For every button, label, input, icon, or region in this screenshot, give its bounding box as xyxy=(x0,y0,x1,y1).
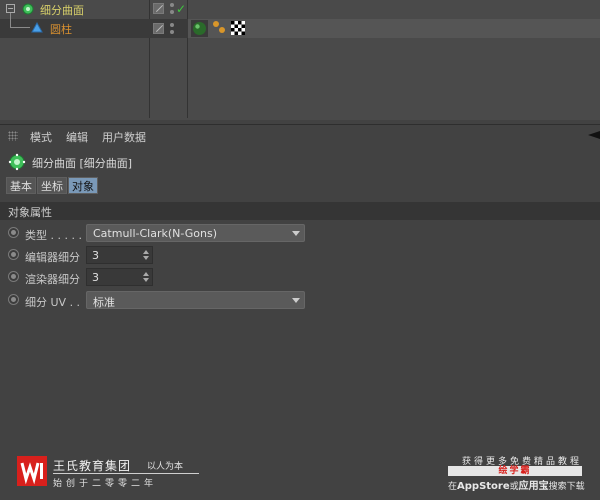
tree-connector xyxy=(10,27,30,28)
company-name: 王氏教育集团 xyxy=(53,459,132,473)
tab-object[interactable]: 对象 xyxy=(68,177,98,194)
subdivision-surface-icon xyxy=(8,153,26,171)
input-value: 3 xyxy=(92,249,99,262)
material-tag-icon[interactable] xyxy=(191,20,208,37)
property-label: 类型 . . . . . xyxy=(25,229,82,242)
back-arrow-icon[interactable] xyxy=(588,131,600,139)
section-title: 对象属性 xyxy=(8,206,52,219)
object-name[interactable]: 细分曲面 xyxy=(40,2,84,18)
input-value: 3 xyxy=(92,271,99,284)
property-label: 细分 UV . . xyxy=(25,296,81,309)
animate-radio[interactable] xyxy=(8,249,19,260)
dropdown-value: Catmull-Clark(N-Gons) xyxy=(93,227,218,240)
object-name[interactable]: 圆柱 xyxy=(50,21,72,37)
layer-toggle[interactable] xyxy=(153,3,164,14)
menu-mode[interactable]: 模式 xyxy=(30,129,52,145)
company-logo xyxy=(17,456,47,486)
uvw-tag-icon[interactable] xyxy=(231,21,245,35)
attribute-manager-menubar: 模式 编辑 用户数据 xyxy=(0,124,600,147)
animate-radio[interactable] xyxy=(8,227,19,238)
object-row-cylinder[interactable]: 圆柱 xyxy=(0,19,600,38)
property-subdivide-uv: 细分 UV . . 标准 xyxy=(0,291,600,311)
promo-line-3: 在AppStore或应用宝搜索下载 xyxy=(448,481,585,492)
tag-area xyxy=(188,19,600,38)
stepper-arrows-icon[interactable] xyxy=(143,250,149,261)
editor-visibility-dot[interactable] xyxy=(170,23,174,27)
section-header: 对象属性 xyxy=(0,202,600,220)
subdivision-surface-icon xyxy=(22,3,34,15)
phong-tag-icon[interactable] xyxy=(212,20,226,34)
dropdown-value: 标准 xyxy=(93,296,115,309)
property-label: 渲染器细分 xyxy=(25,273,80,286)
watermark-logo-left: 王氏教育集团 以人为本 始创于二零零二年 xyxy=(17,456,207,492)
property-label: 编辑器细分 xyxy=(25,251,80,264)
render-visibility-dot[interactable] xyxy=(170,30,174,34)
promo-app-name: 绘学霸 xyxy=(448,466,582,476)
stepper-arrows-icon[interactable] xyxy=(143,272,149,283)
company-slogan: 以人为本 xyxy=(147,462,184,472)
chevron-down-icon xyxy=(292,298,300,303)
attribute-tabs: 基本 坐标 对象 xyxy=(6,177,99,194)
render-subdivision-input[interactable]: 3 xyxy=(86,268,153,286)
menu-edit[interactable]: 编辑 xyxy=(66,129,88,145)
object-manager: − 细分曲面 ✓ 圆柱 xyxy=(0,0,600,120)
chevron-down-icon xyxy=(292,231,300,236)
type-dropdown[interactable]: Catmull-Clark(N-Gons) xyxy=(86,224,305,242)
editor-visibility-dot[interactable] xyxy=(170,3,174,7)
object-row-subdivision-surface[interactable]: − 细分曲面 ✓ xyxy=(0,0,600,19)
object-title-row: 细分曲面 [细分曲面] xyxy=(0,152,600,172)
tab-basic[interactable]: 基本 xyxy=(6,177,36,194)
editor-subdivision-input[interactable]: 3 xyxy=(86,246,153,264)
tab-coordinates[interactable]: 坐标 xyxy=(37,177,67,194)
property-render-subdivision: 渲染器细分 3 xyxy=(0,268,600,288)
layer-toggle[interactable] xyxy=(153,23,164,34)
property-type: 类型 . . . . . Catmull-Clark(N-Gons) xyxy=(0,224,600,244)
object-title: 细分曲面 [细分曲面] xyxy=(32,157,133,170)
watermark-promo-right: 获得更多免费精品教程 绘学霸 在AppStore或应用宝搜索下载 xyxy=(448,454,588,494)
menu-user-data[interactable]: 用户数据 xyxy=(102,129,146,145)
render-visibility-dot[interactable] xyxy=(170,10,174,14)
animate-radio[interactable] xyxy=(8,271,19,282)
logo-w-icon xyxy=(17,456,47,486)
panel-grip-icon[interactable] xyxy=(8,131,18,141)
cylinder-icon xyxy=(31,22,43,33)
collapse-icon[interactable]: − xyxy=(6,4,15,13)
animate-radio[interactable] xyxy=(8,294,19,305)
enabled-check-icon[interactable]: ✓ xyxy=(176,3,186,15)
divider xyxy=(53,473,199,474)
property-editor-subdivision: 编辑器细分 3 xyxy=(0,246,600,266)
tree-connector xyxy=(10,13,11,27)
company-since: 始创于二零零二年 xyxy=(53,479,158,489)
subdivide-uv-dropdown[interactable]: 标准 xyxy=(86,291,305,309)
